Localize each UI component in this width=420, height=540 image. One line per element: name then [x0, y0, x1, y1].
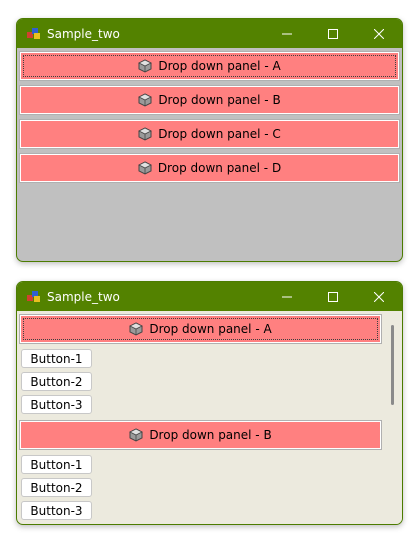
close-icon	[374, 291, 384, 302]
app-icon	[27, 290, 41, 303]
minimize-icon	[282, 33, 292, 34]
panel-header-b[interactable]: Drop down panel - B	[19, 420, 382, 450]
panel-label: Drop down panel - B	[149, 428, 272, 442]
cube-icon	[137, 161, 152, 175]
panel-label: Drop down panel - A	[149, 322, 272, 336]
panel-header-a[interactable]: Drop down panel - A	[19, 314, 382, 344]
panel-header-d[interactable]: Drop down panel - D	[19, 153, 400, 183]
maximize-button[interactable]	[310, 282, 356, 311]
panel-label: Drop down panel - D	[157, 161, 282, 175]
cube-icon	[138, 127, 153, 141]
minimize-icon	[282, 296, 292, 297]
panel-a-button-2[interactable]: Button-2	[21, 372, 92, 391]
panel-a-button-1[interactable]: Button-1	[21, 349, 92, 368]
title-bar[interactable]: Sample_two	[17, 19, 402, 48]
panel-container: Drop down panel - A Button-1 Button-2 Bu…	[17, 311, 402, 524]
cube-icon	[129, 428, 144, 442]
minimize-button[interactable]	[264, 19, 310, 48]
panel-label: Drop down panel - C	[158, 127, 281, 141]
title-bar[interactable]: Sample_two	[17, 282, 402, 311]
close-button[interactable]	[356, 282, 402, 311]
panel-container: Drop down panel - A Drop down panel - B …	[17, 48, 402, 261]
window-title: Sample_two	[47, 26, 120, 41]
panel-header-a[interactable]: Drop down panel - A	[19, 51, 400, 81]
window-expanded: Sample_two Drop down panel - A Button-1 …	[16, 281, 403, 525]
close-icon	[374, 28, 384, 39]
minimize-button[interactable]	[264, 282, 310, 311]
panel-header-c[interactable]: Drop down panel - C	[19, 119, 400, 149]
panel-b-button-1[interactable]: Button-1	[21, 455, 92, 474]
window-collapsed: Sample_two Drop down panel - A Drop down…	[16, 18, 403, 262]
window-title: Sample_two	[47, 289, 120, 304]
panel-b-button-2[interactable]: Button-2	[21, 478, 92, 497]
maximize-icon	[328, 28, 338, 39]
panel-label: Drop down panel - B	[158, 93, 281, 107]
panel-b-button-3[interactable]: Button-3	[21, 501, 92, 520]
maximize-icon	[328, 291, 338, 302]
close-button[interactable]	[356, 19, 402, 48]
scrollbar-thumb[interactable]	[391, 325, 394, 405]
vertical-scrollbar[interactable]	[384, 311, 402, 524]
panel-a-button-3[interactable]: Button-3	[21, 395, 92, 414]
cube-icon	[129, 322, 144, 336]
maximize-button[interactable]	[310, 19, 356, 48]
panel-header-b[interactable]: Drop down panel - B	[19, 85, 400, 115]
cube-icon	[138, 93, 153, 107]
app-icon	[27, 27, 41, 40]
panel-label: Drop down panel - A	[158, 59, 281, 73]
cube-icon	[138, 59, 153, 73]
